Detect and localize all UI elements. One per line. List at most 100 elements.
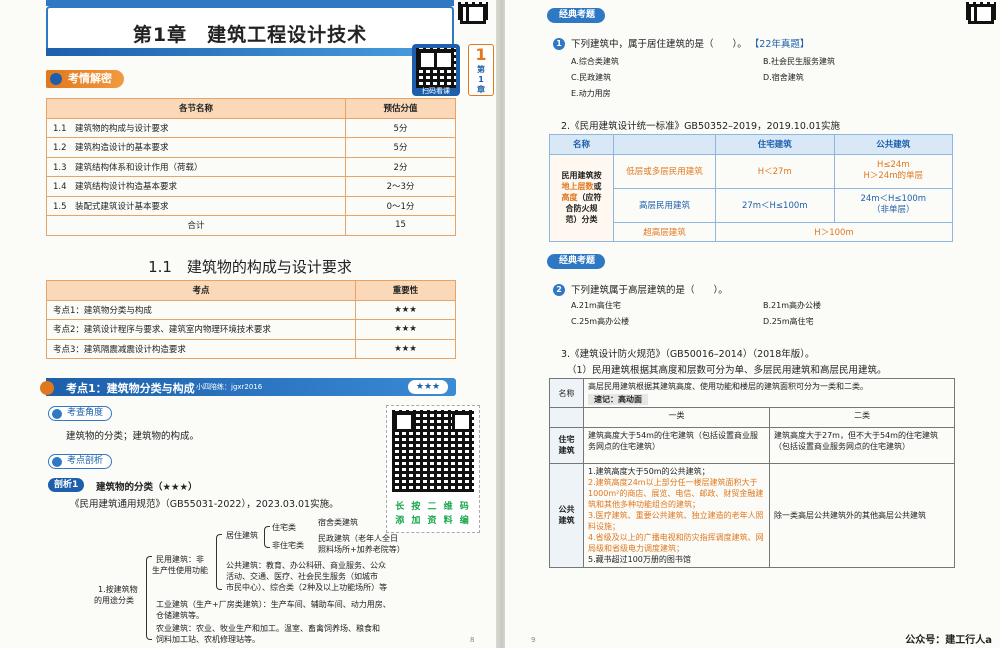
tree-node-dorm: 宿舍类建筑 — [318, 518, 358, 527]
row-label-cell: 住宅 建筑 — [549, 426, 584, 464]
tree-node-non-dwelling: 非住宅类 — [272, 541, 304, 550]
table-total-row: 合计 15 — [46, 215, 456, 236]
table-cell: 建筑高度大于54m的住宅建筑（包括设置商业服务网点的住宅建筑） — [583, 426, 770, 464]
table-cell: 1.1 建筑物的构成与设计要求 — [46, 117, 346, 138]
row-label-text: 范）分类 — [565, 215, 598, 225]
table-cell — [549, 407, 584, 428]
angle-text: 建筑物的分类；建筑物的构成。 — [66, 431, 200, 442]
table-cell: 2～3分 — [345, 176, 456, 197]
chapter-header: 第1章 建筑工程设计技术 — [46, 6, 456, 56]
table-row: 民用建筑按 地上层数或 高度（应符 合防火规 范）分类 低层或多层民用建筑 H＜… — [549, 153, 953, 242]
row-label-text: 或 — [593, 182, 602, 192]
video-qr-code[interactable] — [416, 48, 456, 88]
table-cell: 27m＜H≤100m — [715, 187, 835, 223]
list-item: 3.医疗建筑、重要公共建筑、独立建造的老年人照料设施； — [588, 510, 764, 531]
table-cell: 5分 — [345, 117, 456, 138]
table-cell: 1.4 建筑结构设计构造基本要求 — [46, 176, 346, 197]
resource-qr-caption-line: 添 加 资 料 编 — [395, 516, 471, 526]
analysis-pill-label: 考点剖析 — [67, 456, 104, 466]
table-row: 1.3 建筑结构体系和设计作用（荷载） 2分 — [46, 156, 456, 177]
table-cell: ★★★ — [355, 319, 456, 340]
tree-node-residential: 居住建筑 — [226, 531, 258, 540]
table-cell: H＞100m — [715, 221, 953, 242]
tree-node-agriculture: 饲料加工站、农机修理站等。 — [156, 635, 260, 644]
column-header: 考点 — [46, 280, 356, 301]
analysis-pill: 考点剖析 — [48, 454, 113, 469]
table-cell: 名称 — [549, 378, 584, 408]
exam-analysis-label: 考情解密 — [68, 72, 112, 85]
resource-qr-code[interactable] — [392, 410, 474, 492]
tree-node-agriculture: 农业建筑：农业、牧业生产和加工。温室、畜禽饲养场、粮食和 — [156, 624, 380, 633]
tree-node-desc: 民政建筑（老年人全日 — [318, 534, 398, 543]
table-row: 名称 高层民用建筑根据其建筑高度、使用功能和楼层的建筑面积可分为一类和二类。 速… — [549, 378, 955, 408]
height-classification-table: 名称 住宅建筑 公共建筑 民用建筑按 地上层数或 高度（应符 合防火规 范）分类… — [549, 134, 953, 242]
option-d: D.25m高住宅 — [763, 317, 814, 326]
table-cell-line: H≤24m — [876, 160, 910, 170]
option-d: D.宿舍建筑 — [763, 73, 804, 82]
question-number: 2 — [553, 284, 565, 296]
table-row: 考点1：建筑物分类与构成 ★★★ — [46, 299, 456, 320]
corner-qr-code — [458, 2, 488, 24]
question-stem-text: 下列建筑中，属于居住建筑的是（ ）。 — [571, 39, 747, 50]
angle-pill-label: 考查角度 — [67, 408, 104, 418]
table-cell: 1.5 装配式建筑设计基本要求 — [46, 195, 346, 216]
column-header: 住宅建筑 — [715, 134, 835, 155]
code-reference: 3.《建筑设计防火规范》（GB50016–2014）（2018年版）。 — [561, 349, 815, 360]
row-label-text: 民用建筑按 — [561, 171, 602, 181]
list-item: 1.建筑高度大于50m的公共建筑； — [588, 466, 710, 476]
topic-bar: 考点1：建筑物分类与构成 小四陪练：jgxr2016 ★★★ — [40, 378, 456, 396]
table-row: 1.5 装配式建筑设计基本要求 0～1分 — [46, 195, 456, 216]
row-label-text: 地上层数 — [561, 182, 594, 192]
topic-title: 考点1：建筑物分类与构成 — [66, 382, 195, 395]
table-cell: 0～1分 — [345, 195, 456, 216]
chapter-title: 第1章 建筑工程设计技术 — [132, 24, 368, 46]
table-row: 考点2：建筑设计程序与要求、建筑室内物理环境技术要求 ★★★ — [46, 319, 456, 340]
topic-table: 考点 重要性 考点1：建筑物分类与构成 ★★★ 考点2：建筑设计程序与要求、建筑室… — [46, 280, 456, 359]
memo-note: 速记：高动面 — [588, 394, 648, 405]
code-reference-sub: （1）民用建筑根据其高度和层数可分为单、多层民用建筑和高层民用建筑。 — [567, 365, 887, 376]
table-cell: 除一类高层公共建筑外的其他高层公共建筑 — [769, 462, 955, 568]
chapter-tab-text: 第 — [477, 65, 485, 74]
column-header: 名称 — [549, 134, 614, 155]
row-label-text: 合防火规 — [565, 204, 598, 214]
option-b: B.社会民生服务建筑 — [763, 57, 836, 66]
table-cell: 5分 — [345, 137, 456, 158]
option-e: E.动力用房 — [571, 89, 611, 98]
table-cell: 1.建筑高度大于50m的公共建筑； 2.建筑高度24m以上部分任一楼层建筑面积大… — [583, 462, 770, 568]
table-cell: 1.3 建筑结构体系和设计作用（荷载） — [46, 156, 346, 177]
option-c: C.25m高办公楼 — [571, 317, 630, 326]
search-icon — [52, 457, 62, 467]
search-icon — [52, 409, 62, 419]
table-cell: 24m＜H≤100m （非单层） — [833, 187, 953, 223]
table-header-row: 名称 住宅建筑 公共建筑 — [549, 134, 953, 155]
table-cell-line: 24m＜H≤100m — [860, 194, 927, 204]
angle-pill: 考查角度 — [48, 406, 113, 421]
tree-node-civil: 民用建筑：非 — [156, 555, 204, 564]
tree-node-industrial: 仓储建筑等。 — [156, 611, 204, 620]
tree-node-desc: 照料场所+加养老院等） — [318, 545, 405, 554]
code-reference: 2.《民用建筑设计统一标准》GB50352–2019，2019.10.01实施 — [561, 121, 840, 132]
row-label-text: 高度 — [561, 193, 578, 203]
row-label-text: 建筑 — [558, 446, 575, 455]
footer-watermark: 公众号：建工行人a — [905, 635, 992, 646]
question-year-tag: 【22年真题】 — [749, 39, 810, 50]
topic-subtitle: 小四陪练：jgxr2016 — [196, 383, 263, 391]
table-cell-line: （非单层） — [871, 205, 915, 215]
code-reference: 《民用建筑通用规范》（GB55031-2022），2023.03.01实施。 — [70, 499, 339, 510]
table-cell: 超高层建筑 — [613, 221, 716, 242]
analysis-title: 建筑物的分类（★★★） — [96, 482, 198, 493]
resource-qr-caption: 长 按 二 维 码 添 加 资 料 编 — [386, 500, 480, 528]
corner-qr-code — [966, 2, 996, 24]
tree-node-public: 市民中心）、综合类（2种及以上功能场所）等 — [226, 583, 388, 592]
table-cell: H≤24m H＞24m的单层 — [833, 153, 953, 189]
table-row: 住宅 建筑 建筑高度大于54m的住宅建筑（包括设置商业服务网点的住宅建筑） 建筑… — [549, 426, 955, 464]
resource-qr-caption-line: 长 按 二 维 码 — [395, 502, 471, 512]
classic-question-tag: 经典考题 — [547, 8, 606, 23]
question-stem: 下列建筑中，属于居住建筑的是（ ）。 【22年真题】 — [571, 36, 809, 50]
table-cell: 1.2 建筑构造设计的基本要求 — [46, 137, 346, 158]
analysis-tag: 剖析1 — [48, 478, 85, 492]
column-header: 预估分值 — [345, 98, 456, 119]
list-item: 5.藏书超过100万册的图书馆 — [588, 554, 691, 564]
table-cell: 考点3：建筑隔震减震设计构造要求 — [46, 338, 356, 359]
table-header-row: 各节名称 预估分值 — [46, 98, 456, 119]
